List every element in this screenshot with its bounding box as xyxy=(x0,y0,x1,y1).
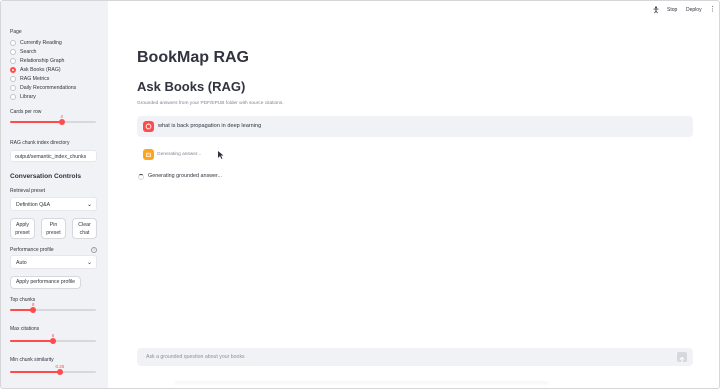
radio-icon[interactable] xyxy=(10,58,16,64)
nav-label: Relationship Graph xyxy=(20,58,65,64)
min-similarity-slider[interactable]: 0.25 xyxy=(10,364,96,375)
page-nav-label: Page xyxy=(10,29,22,35)
user-message: what is back propagation in deep learnin… xyxy=(137,116,693,137)
slider-thumb[interactable] xyxy=(58,119,65,125)
app-window: Page Currently Reading Search Relationsh… xyxy=(0,0,720,389)
slider-value: 0.25 xyxy=(55,364,65,369)
assistant-message-text: Generating answer... xyxy=(157,152,202,157)
slider-fill xyxy=(10,371,60,373)
slider-thumb[interactable] xyxy=(30,307,37,313)
rag-dir-input[interactable]: output/semantic_index_chunks xyxy=(10,150,97,162)
radio-icon[interactable] xyxy=(10,85,16,91)
slider-value: 8 xyxy=(31,302,35,307)
retrieval-preset-label: Retrieval preset xyxy=(10,188,46,194)
max-citations-slider[interactable]: 6 xyxy=(10,333,96,344)
slider-thumb[interactable] xyxy=(56,369,63,375)
running-man-icon xyxy=(653,6,659,14)
select-value: Auto xyxy=(16,260,27,266)
min-similarity-label: Min chunk similarity xyxy=(10,357,54,363)
arrow-up-icon xyxy=(679,356,685,363)
sidebar: Page Currently Reading Search Relationsh… xyxy=(1,1,108,388)
conversation-controls-title: Conversation Controls xyxy=(10,173,82,180)
retrieval-preset-select[interactable]: Definition Q&A ⌄ xyxy=(10,197,97,211)
clear-chat-button[interactable]: Clear chat xyxy=(72,218,97,239)
rag-dir-label: RAG chunk index directory xyxy=(10,140,70,146)
user-message-text: what is back propagation in deep learnin… xyxy=(158,123,262,129)
radio-selected-icon[interactable] xyxy=(10,67,16,73)
nav-search[interactable]: Search xyxy=(10,48,36,56)
nav-label: Currently Reading xyxy=(20,40,62,46)
chevron-down-icon: ⌄ xyxy=(86,260,92,266)
nav-library[interactable]: Library xyxy=(10,93,36,101)
radio-icon[interactable] xyxy=(10,40,16,46)
chat-input-placeholder: Ask a grounded question about your books xyxy=(146,354,245,360)
nav-rag-metrics[interactable]: RAG Metrics xyxy=(10,75,49,83)
cards-per-row-slider[interactable]: 4 xyxy=(10,114,96,125)
radio-icon[interactable] xyxy=(10,94,16,100)
slider-value: 6 xyxy=(51,333,55,338)
select-value: Definition Q&A xyxy=(16,202,51,208)
page-title: Ask Books (RAG) xyxy=(137,79,246,94)
top-chunks-slider[interactable]: 8 xyxy=(10,302,96,313)
apply-preset-button[interactable]: Apply preset xyxy=(10,218,35,239)
chevron-down-icon: ⌄ xyxy=(86,202,92,208)
nav-label: Daily Recommendations xyxy=(20,85,77,91)
main-content: BookMap RAG Ask Books (RAG) Grounded ans… xyxy=(108,21,719,388)
apply-performance-profile-button[interactable]: Apply performance profile xyxy=(10,276,81,289)
radio-icon[interactable] xyxy=(10,76,16,82)
nav-label: Search xyxy=(20,49,37,55)
performance-profile-label: Performance profile xyxy=(10,247,54,253)
top-toolbar: Stop Deploy ⋮ xyxy=(108,1,719,21)
spinner-icon xyxy=(138,174,144,180)
slider-thumb[interactable] xyxy=(50,338,56,344)
stop-button[interactable]: Stop xyxy=(667,7,677,13)
performance-profile-select[interactable]: Auto ⌄ xyxy=(10,255,97,269)
app-title: BookMap RAG xyxy=(137,49,249,66)
help-icon[interactable]: ? xyxy=(91,247,97,253)
slider-fill xyxy=(10,121,62,123)
nav-currently-reading[interactable]: Currently Reading xyxy=(10,39,62,47)
nav-label: RAG Metrics xyxy=(20,76,50,82)
radio-icon[interactable] xyxy=(10,49,16,55)
nav-daily-recommendations[interactable]: Daily Recommendations xyxy=(10,84,76,92)
max-citations-label: Max citations xyxy=(10,326,40,332)
nav-relationship-graph[interactable]: Relationship Graph xyxy=(10,57,64,65)
mouse-cursor-icon xyxy=(218,151,224,159)
chat-input[interactable]: Ask a grounded question about your books xyxy=(137,348,693,366)
nav-label: Ask Books (RAG) xyxy=(20,67,61,73)
bottom-fade xyxy=(174,381,549,387)
assistant-avatar-icon xyxy=(143,149,154,160)
pin-preset-button[interactable]: Pin preset xyxy=(41,218,66,239)
slider-fill xyxy=(10,340,53,342)
generation-status: Generating grounded answer... xyxy=(148,173,223,179)
more-vertical-icon[interactable]: ⋮ xyxy=(709,5,716,13)
send-button[interactable] xyxy=(677,352,687,363)
user-avatar-icon xyxy=(143,121,154,132)
nav-label: Library xyxy=(20,94,36,100)
deploy-button[interactable]: Deploy xyxy=(686,7,702,13)
nav-ask-books[interactable]: Ask Books (RAG) xyxy=(10,66,61,74)
slider-value: 4 xyxy=(60,114,63,119)
page-caption: Grounded answers from your PDF/EPUB fold… xyxy=(137,101,284,106)
